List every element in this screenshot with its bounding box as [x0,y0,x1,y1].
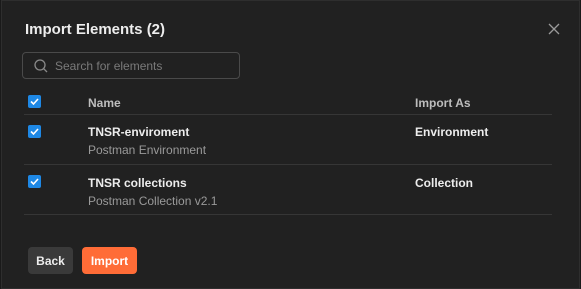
close-button[interactable] [546,21,562,37]
row-checkbox-collection[interactable] [28,175,41,188]
import-button[interactable]: Import [82,247,137,274]
dialog-title: Import Elements (2) [25,21,166,38]
checkmark-icon [30,178,39,186]
row-checkbox-environment[interactable] [28,125,41,138]
name-column-header: Name [88,96,121,110]
search-box[interactable] [22,52,240,79]
element-name: TNSR-enviroment [88,125,190,139]
search-input[interactable] [55,53,235,78]
element-type: Postman Collection v2.1 [88,194,218,208]
checkmark-icon [30,98,39,106]
element-type: Postman Environment [88,143,207,157]
search-icon [34,59,48,73]
close-icon [548,23,560,35]
back-button[interactable]: Back [28,247,73,274]
row-divider [24,164,552,165]
element-name: TNSR collections [88,176,187,190]
import-as-value: Environment [415,125,489,139]
row-divider [24,214,552,215]
import-elements-dialog: Import Elements (2) Name Import As TNSR-… [1,0,580,289]
checkmark-icon [30,128,39,136]
import-as-value: Collection [415,176,474,190]
select-all-checkbox[interactable] [28,95,41,108]
import-as-column-header: Import As [415,96,471,110]
header-divider [24,114,552,115]
